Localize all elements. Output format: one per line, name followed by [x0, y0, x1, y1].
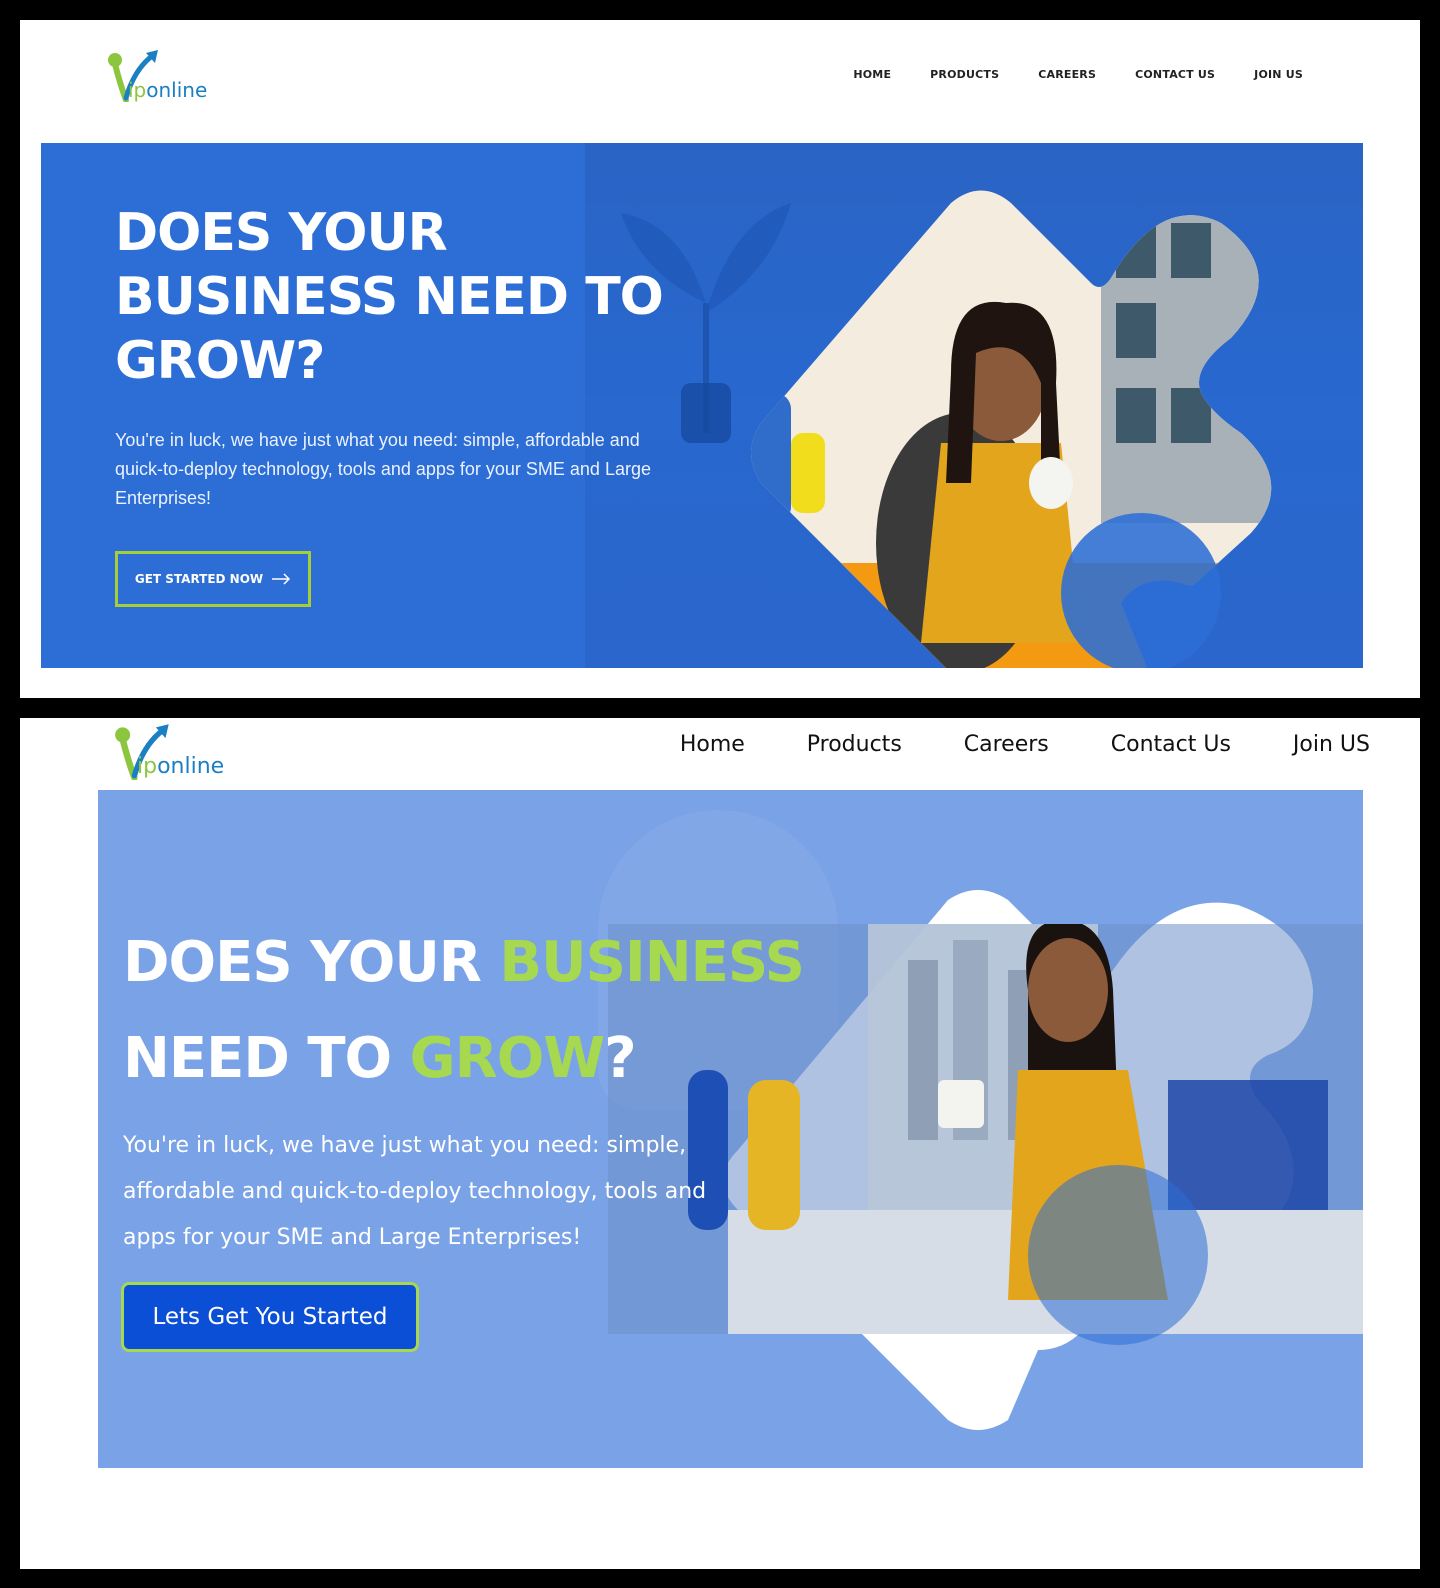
logo[interactable]: iponline: [113, 722, 224, 780]
hero-description: You're in luck, we have just what you ne…: [115, 430, 651, 508]
headline-part: ?: [604, 1026, 637, 1091]
get-started-button[interactable]: GET STARTED NOW: [115, 551, 311, 607]
nav-home[interactable]: HOME: [853, 68, 891, 81]
nav-join-us[interactable]: JOIN US: [1254, 68, 1303, 81]
main-nav: Home Products Careers Contact Us Join US: [680, 732, 1370, 757]
headline-highlight-grow: GROW: [409, 1026, 605, 1091]
nav-join-us[interactable]: Join US: [1293, 732, 1370, 757]
nav-products[interactable]: PRODUCTS: [930, 68, 999, 81]
hero-headline: DOES YOUR BUSINESS NEED TO GROW?: [115, 203, 664, 391]
get-started-button[interactable]: Lets Get You Started: [121, 1282, 419, 1352]
hero-section: DOES YOUR BUSINESS NEED TO GROW? You're …: [98, 790, 1363, 1468]
nav-contact-us[interactable]: CONTACT US: [1135, 68, 1215, 81]
headline-part: DOES YOUR: [123, 930, 500, 995]
logo-wordmark: iponline: [128, 78, 208, 102]
get-started-label: GET STARTED NOW: [134, 572, 264, 586]
hero-photo-graphic: [751, 190, 1272, 668]
get-started-label: Lets Get You Started: [152, 1304, 388, 1330]
hero-section: DOES YOUR BUSINESS NEED TO GROW? You're …: [41, 143, 1363, 668]
arrow-right-icon: [272, 573, 291, 585]
hero-headline: DOES YOUR BUSINESS NEED TO GROW?: [123, 915, 823, 1107]
headline-part: NEED TO: [123, 1026, 410, 1091]
design-v2-panel: iponline Home Products Careers Contact U…: [20, 718, 1420, 1569]
logo-wordmark: iponline: [137, 754, 225, 779]
logo[interactable]: iponline: [106, 48, 207, 102]
nav-products[interactable]: Products: [807, 732, 902, 757]
nav-careers[interactable]: CAREERS: [1038, 68, 1096, 81]
design-v1-panel: iponline HOME PRODUCTS CAREERS CONTACT U…: [20, 20, 1420, 698]
nav-contact-us[interactable]: Contact Us: [1111, 732, 1231, 757]
hero-description: You're in luck, we have just what you ne…: [123, 1133, 707, 1250]
nav-careers[interactable]: Careers: [964, 732, 1049, 757]
main-nav: HOME PRODUCTS CAREERS CONTACT US JOIN US: [853, 68, 1303, 81]
nav-home[interactable]: Home: [680, 732, 745, 757]
headline-highlight-business: BUSINESS: [499, 930, 805, 995]
